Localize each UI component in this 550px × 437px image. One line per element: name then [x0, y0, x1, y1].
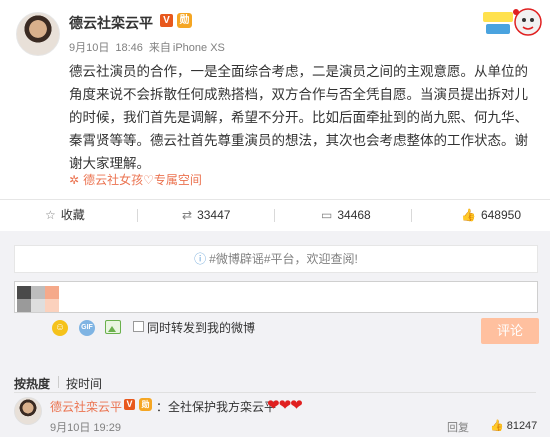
post-time[interactable]: 18:46	[115, 42, 143, 54]
repost-checkbox-label[interactable]: 同时转发到我的微博	[147, 319, 255, 336]
action-divider	[411, 209, 412, 222]
post-body: 德云社演员的合作，一是全面综合考虑，二是演员之间的主观意愿。从单位的角度来说不会…	[69, 64, 528, 171]
author-avatar[interactable]	[16, 12, 60, 56]
super-topic-icon: ✲	[69, 173, 80, 187]
comment-like-button[interactable]: 👍 81247	[490, 419, 537, 432]
emoji-icon[interactable]: ☺	[52, 320, 68, 336]
super-topic-label: 德云社女孩♡专属空间	[83, 173, 202, 187]
sort-by-time-tab[interactable]: 按时间	[66, 375, 102, 392]
action-divider	[137, 209, 138, 222]
gif-icon[interactable]: GIF	[79, 320, 95, 336]
pixelated-avatar	[17, 286, 59, 312]
star-icon: ☆	[45, 208, 56, 222]
action-divider	[274, 209, 275, 222]
comment-text: ：全社保护我方栾云平	[156, 400, 277, 414]
submit-comment-button[interactable]: 评论	[481, 318, 539, 344]
super-topic-link[interactable]: ✲ 德云社女孩♡专属空间	[69, 171, 202, 188]
sort-by-hot-tab[interactable]: 按热度	[14, 375, 50, 392]
post-source[interactable]: iPhone XS	[173, 42, 225, 54]
favorite-label: 收藏	[60, 208, 85, 222]
verified-badge-icon: V	[160, 14, 173, 27]
post-date[interactable]: 9月10日	[69, 42, 109, 54]
comment-list-divider	[14, 392, 536, 393]
comment-button[interactable]: ▭ 34468	[321, 200, 371, 231]
rumor-notice-text: #微博辟谣#平台，欢迎查阅!	[209, 252, 358, 266]
post-meta: 9月10日 18:46 来自 iPhone XS	[69, 39, 231, 55]
comment-date: 9月10日 19:29	[50, 422, 121, 434]
repost-icon: ⇄	[182, 208, 193, 222]
thumbs-up-icon: 👍	[490, 420, 504, 432]
medal-badge-icon: 勋	[139, 398, 152, 411]
thumbs-up-icon: 👍	[461, 208, 476, 222]
like-count: 648950	[480, 208, 521, 222]
author-name[interactable]: 德云社栾云平	[69, 13, 153, 33]
cartoon-sticker-icon	[483, 8, 542, 36]
medal-badge-icon: 勋	[177, 13, 192, 28]
post-action-bar: ☆ 收藏 ⇄ 33447 ▭ 34468 👍 648950	[0, 199, 550, 232]
heart-emoji: ❤❤❤	[267, 397, 303, 414]
sort-tab-divider	[58, 376, 59, 388]
favorite-button[interactable]: ☆ 收藏	[45, 200, 85, 231]
rumor-notice-bar[interactable]: ⓘ #微博辟谣#平台，欢迎查阅!	[14, 245, 538, 273]
commenter-name[interactable]: 德云社栾云平	[50, 398, 122, 415]
weibo-post: 德云社栾云平 V 勋 9月10日 18:46 来自 iPhone XS 德云社演员的合…	[0, 0, 550, 199]
repost-button[interactable]: ⇄ 33447	[182, 200, 230, 231]
source-prefix: 来自	[148, 42, 171, 54]
image-icon[interactable]	[105, 320, 121, 334]
repost-count: 33447	[197, 208, 231, 222]
comment-input[interactable]	[14, 281, 538, 313]
verified-badge-icon: V	[124, 399, 135, 410]
comment-like-count: 81247	[506, 420, 538, 432]
info-icon: ⓘ	[194, 252, 207, 266]
comment-icon: ▭	[321, 208, 333, 222]
comment-count: 34468	[337, 208, 371, 222]
like-button[interactable]: 👍 648950	[461, 200, 521, 231]
repost-checkbox[interactable]	[133, 321, 144, 332]
reply-link[interactable]: 回复	[447, 419, 469, 435]
commenter-avatar[interactable]	[14, 397, 42, 425]
